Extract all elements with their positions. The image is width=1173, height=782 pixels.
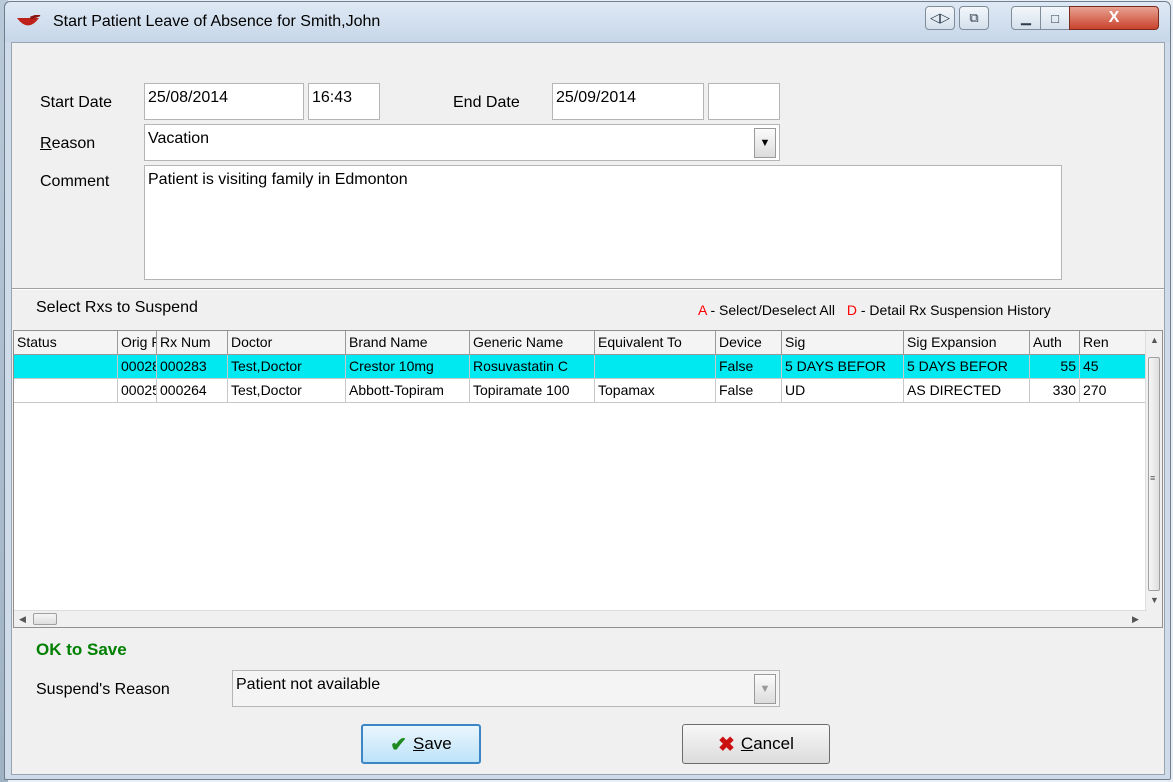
column-header-rx-num[interactable]: Rx Num	[157, 331, 228, 355]
pharmacy-mortar-icon	[17, 15, 41, 26]
cell-orig-rx: 000281	[118, 355, 157, 379]
column-header-sig-expansion[interactable]: Sig Expansion	[904, 331, 1030, 355]
select-all-hint: - Select/Deselect All	[706, 302, 835, 318]
cell-status	[14, 379, 118, 403]
rx-hints: A - Select/Deselect All D - Detail Rx Su…	[698, 302, 1051, 318]
close-button[interactable]: X	[1069, 6, 1159, 30]
grip-icon: ≡	[1150, 473, 1156, 483]
column-header-equivalent-to[interactable]: Equivalent To	[595, 331, 716, 355]
vertical-scrollbar[interactable]: ▲ ≡ ▼	[1145, 331, 1162, 627]
h-scroll-thumb[interactable]	[33, 613, 57, 625]
rx-grid[interactable]: Status Orig Rx Rx Num Doctor Brand Name …	[13, 330, 1163, 628]
cell-sig: UD	[782, 379, 904, 403]
column-header-doctor[interactable]: Doctor	[228, 331, 346, 355]
cell-auth: 330	[1030, 379, 1080, 403]
suspend-reason-value: Patient not available	[236, 676, 381, 693]
cell-rx-num: 000283	[157, 355, 228, 379]
column-header-ren[interactable]: Ren	[1080, 331, 1147, 355]
rx-section-title: Select Rxs to Suspend	[36, 299, 198, 316]
end-date-field[interactable]: 25/09/2014	[552, 83, 704, 120]
scroll-left-icon[interactable]: ◀	[19, 614, 26, 625]
suspend-reason-dropdown[interactable]: Patient not available ▼	[232, 670, 780, 707]
cell-equivalent-to: Topamax	[595, 379, 716, 403]
minimize-button[interactable]: ▁	[1011, 6, 1041, 30]
reason-value: Vacation	[148, 130, 210, 147]
scroll-right-icon[interactable]: ▶	[1132, 614, 1139, 625]
scroll-up-icon[interactable]: ▲	[1150, 335, 1159, 345]
suspend-reason-label: Suspend's Reason	[36, 681, 170, 698]
cell-device: False	[716, 379, 782, 403]
cell-doctor: Test,Doctor	[228, 355, 346, 379]
chevron-down-icon[interactable]: ▼	[754, 128, 776, 158]
cancel-label: Cancel	[740, 734, 794, 753]
dialog-client-area: Start Date 25/08/2014 16:43 End Date 25/…	[11, 42, 1165, 775]
scroll-down-icon[interactable]: ▼	[1150, 595, 1159, 605]
start-time-field[interactable]: 16:43	[308, 83, 380, 120]
column-header-generic-name[interactable]: Generic Name	[470, 331, 595, 355]
start-date-field[interactable]: 25/08/2014	[144, 83, 304, 120]
restore-page-icon[interactable]: ⧉	[959, 6, 989, 30]
column-header-device[interactable]: Device	[716, 331, 782, 355]
checkmark-icon: ✔	[390, 733, 407, 756]
status-text: OK to Save	[36, 640, 127, 659]
cell-status	[14, 355, 118, 379]
cell-ren: 45	[1080, 355, 1147, 379]
detail-history-hint: - Detail Rx Suspension History	[856, 302, 1051, 318]
cell-generic-name: Topiramate 100	[470, 379, 595, 403]
cell-ren: 270	[1080, 379, 1147, 403]
column-header-auth[interactable]: Auth	[1030, 331, 1080, 355]
save-button[interactable]: ✔ Save	[361, 724, 481, 764]
title-bar[interactable]: Start Patient Leave of Absence for Smith…	[5, 2, 1170, 42]
cell-generic-name: Rosuvastatin C	[470, 355, 595, 379]
cell-doctor: Test,Doctor	[228, 379, 346, 403]
divider	[12, 288, 1164, 290]
save-label: Save	[413, 734, 452, 753]
column-header-status[interactable]: Status	[14, 331, 118, 355]
cell-rx-num: 000264	[157, 379, 228, 403]
red-x-icon: ✖	[718, 733, 735, 756]
column-header-brand-name[interactable]: Brand Name	[346, 331, 470, 355]
cell-orig-rx: 000258	[118, 379, 157, 403]
start-date-label: Start Date	[40, 94, 113, 111]
column-header-orig-rx[interactable]: Orig Rx	[118, 331, 157, 355]
select-all-key: A	[698, 302, 707, 318]
end-time-field[interactable]	[708, 83, 780, 120]
end-date-label: End Date	[453, 94, 520, 111]
cell-brand-name: Crestor 10mg	[346, 355, 470, 379]
maximize-button[interactable]: □	[1040, 6, 1070, 30]
reason-label: Reason	[40, 135, 96, 152]
dialog-window: Start Patient Leave of Absence for Smith…	[4, 1, 1171, 780]
cell-brand-name: Abbott-Topiram	[346, 379, 470, 403]
reason-dropdown[interactable]: Vacation ▼	[144, 124, 780, 161]
cell-equivalent-to	[595, 355, 716, 379]
comment-textarea[interactable]: Patient is visiting family in Edmonton	[144, 165, 1062, 280]
horizontal-scrollbar[interactable]: ◀ ▶	[14, 610, 1147, 627]
cell-sig-expansion: 5 DAYS BEFOR	[904, 355, 1030, 379]
close-icon: X	[1108, 9, 1120, 26]
column-header-sig[interactable]: Sig	[782, 331, 904, 355]
cell-device: False	[716, 355, 782, 379]
cancel-button[interactable]: ✖ Cancel	[682, 724, 830, 764]
window-title: Start Patient Leave of Absence for Smith…	[53, 13, 381, 30]
chevron-down-icon[interactable]: ▼	[754, 674, 776, 704]
cell-sig-expansion: AS DIRECTED	[904, 379, 1030, 403]
cell-sig: 5 DAYS BEFOR	[782, 355, 904, 379]
comment-label: Comment	[40, 173, 110, 190]
detail-history-key: D	[846, 302, 857, 318]
resize-arrows-icon[interactable]: ◁▷	[925, 6, 955, 30]
cell-auth: 55	[1030, 355, 1080, 379]
